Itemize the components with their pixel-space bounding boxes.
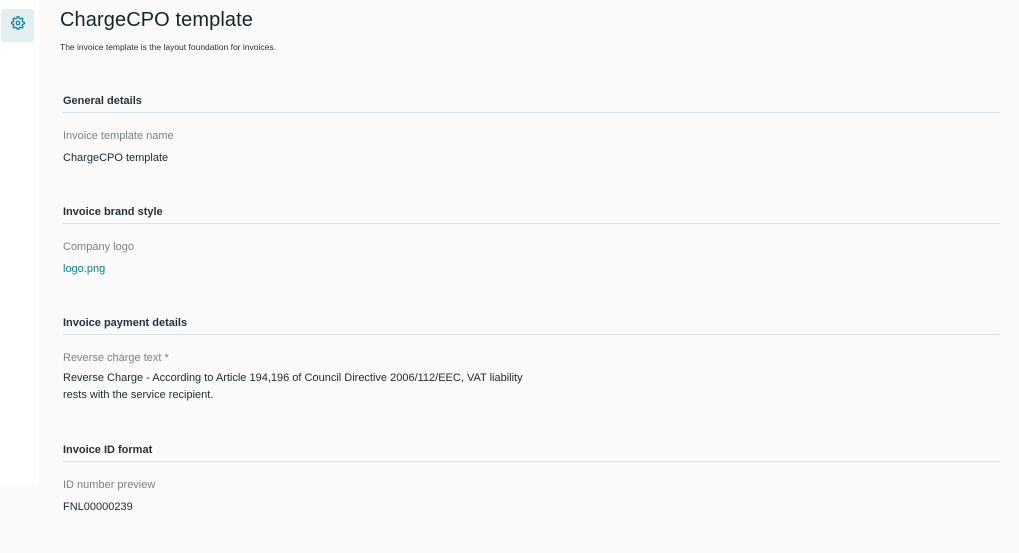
section-brand-style: Invoice brand style Company logo logo.pn… xyxy=(63,206,1000,277)
settings-nav-button[interactable] xyxy=(1,9,34,42)
template-name-value: ChargeCPO template xyxy=(63,152,169,164)
section-payment-details: Invoice payment details Reverse charge t… xyxy=(63,317,1000,404)
gear-icon xyxy=(10,15,25,35)
main-content: ChargeCPO template The invoice template … xyxy=(39,0,1019,553)
section-heading: Invoice payment details xyxy=(63,317,1000,335)
section-heading: General details xyxy=(63,95,1000,113)
side-rail xyxy=(0,0,39,485)
company-logo-link[interactable]: logo.png xyxy=(63,263,105,275)
reverse-charge-label: Reverse charge text * xyxy=(63,352,169,364)
section-heading: Invoice brand style xyxy=(63,206,1000,224)
page-subtitle: The invoice template is the layout found… xyxy=(60,42,276,52)
reverse-charge-value: Reverse Charge - According to Article 19… xyxy=(63,372,523,401)
id-preview-value: FNL00000239 xyxy=(63,501,133,513)
company-logo-label: Company logo xyxy=(63,241,134,253)
section-id-format: Invoice ID format ID number preview FNL0… xyxy=(63,444,1000,515)
page-title: ChargeCPO template xyxy=(60,9,254,31)
section-general-details: General details Invoice template name Ch… xyxy=(63,95,1000,166)
template-name-label: Invoice template name xyxy=(63,130,174,142)
section-heading: Invoice ID format xyxy=(63,444,1000,462)
id-preview-label: ID number preview xyxy=(63,479,156,491)
